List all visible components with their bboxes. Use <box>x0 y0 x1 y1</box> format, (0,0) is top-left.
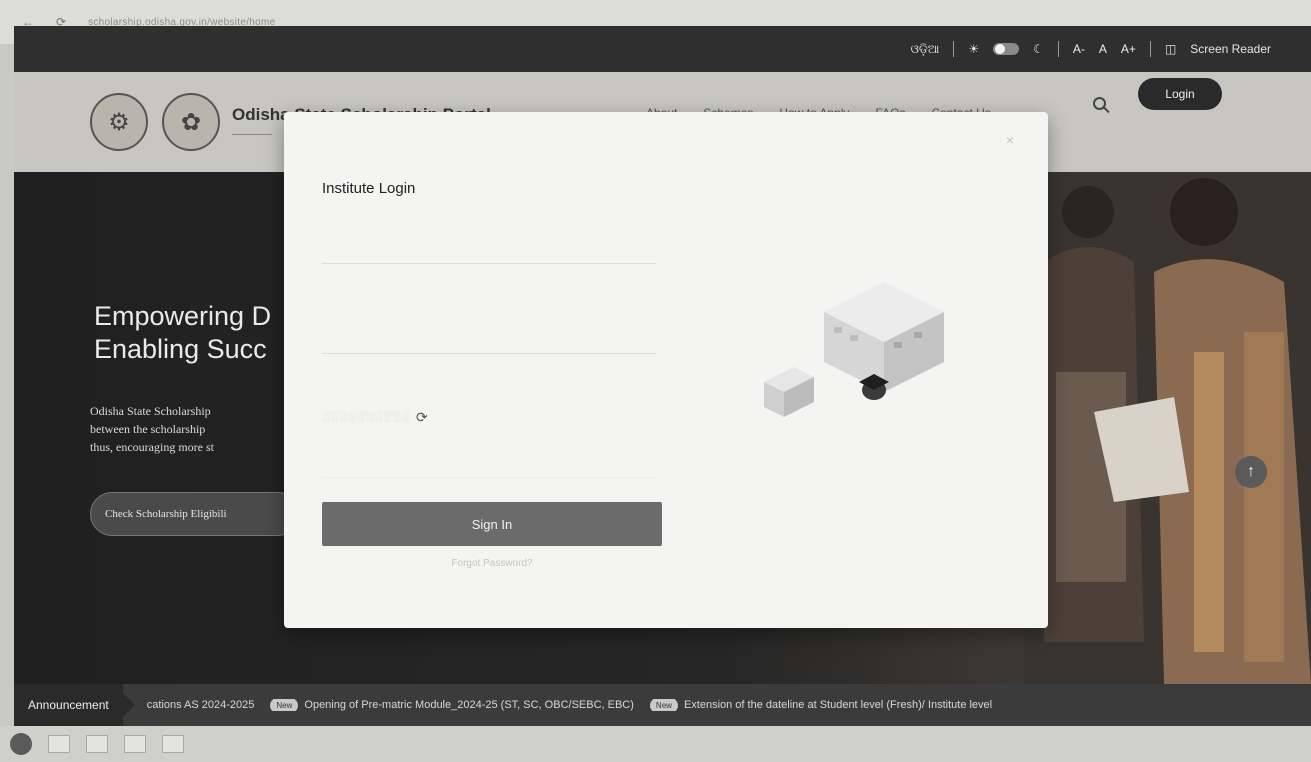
hero-description: Odisha State Scholarship between the sch… <box>90 402 284 456</box>
building-illustration <box>764 282 944 417</box>
font-normal-button[interactable]: A <box>1099 42 1107 56</box>
font-increase-button[interactable]: A+ <box>1121 42 1136 56</box>
new-badge: New <box>649 699 678 711</box>
announcement-item[interactable]: New Extension of the dateline at Student … <box>649 699 993 711</box>
divider <box>1057 41 1059 57</box>
password-input[interactable] <box>322 314 656 354</box>
announcement-item-text: Opening of Pre-matric Module_2024-25 (ST… <box>304 699 634 711</box>
modal-title: Institute Login <box>322 180 416 197</box>
sun-icon: ☀ <box>968 42 980 56</box>
students-photo <box>1024 172 1311 684</box>
font-decrease-button[interactable]: A- <box>1073 42 1085 56</box>
announcement-item[interactable]: cations AS 2024-2025 <box>147 699 255 711</box>
screen: ← ⟳ scholarship.odisha.gov.in/website/ho… <box>0 0 1311 762</box>
divider <box>953 41 955 57</box>
accessibility-bar: ଓଡ଼ିଆ ☀ ☾ A- A A+ ◫ Screen Reader <box>14 26 1311 72</box>
sign-in-button[interactable]: Sign In <box>322 502 662 546</box>
taskbar-app-icon[interactable] <box>48 735 70 753</box>
screen-reader-link[interactable]: Screen Reader <box>1190 42 1271 56</box>
hero-desc-line: Odisha State Scholarship <box>90 404 211 418</box>
theme-toggle[interactable] <box>993 43 1020 55</box>
taskbar-app-icon[interactable] <box>162 735 184 753</box>
odisha-emblem-logo: ⚙ <box>90 93 148 151</box>
new-badge: New <box>270 699 299 711</box>
divider <box>1149 41 1151 57</box>
hero-heading: Empowering D Enabling Succ <box>94 300 284 366</box>
announcement-ticker: cations AS 2024-2025 New Opening of Pre-m… <box>147 699 1311 711</box>
start-icon[interactable] <box>10 733 32 755</box>
portal-logo: ✿ <box>162 93 220 151</box>
language-toggle[interactable]: ଓଡ଼ିଆ <box>911 42 940 57</box>
forgot-password-link[interactable]: Forgot Password? <box>322 558 662 569</box>
institute-login-modal: × Institute Login ░░░░░░░░░░ ⟳ Sign In F… <box>284 112 1048 628</box>
scroll-to-top-button[interactable]: ↑ <box>1235 456 1267 488</box>
refresh-icon[interactable]: ⟳ <box>416 409 428 426</box>
hero-heading-line: Enabling Succ <box>94 334 267 364</box>
check-eligibility-button[interactable]: Check Scholarship Eligibili <box>90 492 300 536</box>
close-icon[interactable]: × <box>1006 132 1014 148</box>
announcement-bar: Announcement cations AS 2024-2025 New Ope… <box>14 684 1311 726</box>
announcement-label: Announcement <box>14 684 135 726</box>
captcha-image: ░░░░░░░░░░ <box>322 411 410 423</box>
screen-reader-icon: ◫ <box>1164 42 1177 56</box>
os-taskbar <box>0 726 1311 762</box>
captcha-input[interactable] <box>322 448 656 478</box>
announcement-item-text: Extension of the dateline at Student lev… <box>683 699 993 711</box>
hero-heading-line: Empowering D <box>94 301 272 331</box>
login-button[interactable]: Login <box>1138 78 1222 110</box>
search-icon[interactable] <box>1084 88 1114 118</box>
hero-desc-line: between the scholarship <box>90 422 206 436</box>
moon-icon: ☾ <box>1033 42 1044 56</box>
taskbar-app-icon[interactable] <box>124 735 146 753</box>
announcement-item[interactable]: New Opening of Pre-matric Module_2024-25 … <box>270 699 634 711</box>
username-input[interactable] <box>322 224 656 264</box>
captcha-row: ░░░░░░░░░░ ⟳ <box>322 406 562 428</box>
taskbar-app-icon[interactable] <box>86 735 108 753</box>
hero-desc-line: thus, encouraging more st <box>90 440 214 454</box>
